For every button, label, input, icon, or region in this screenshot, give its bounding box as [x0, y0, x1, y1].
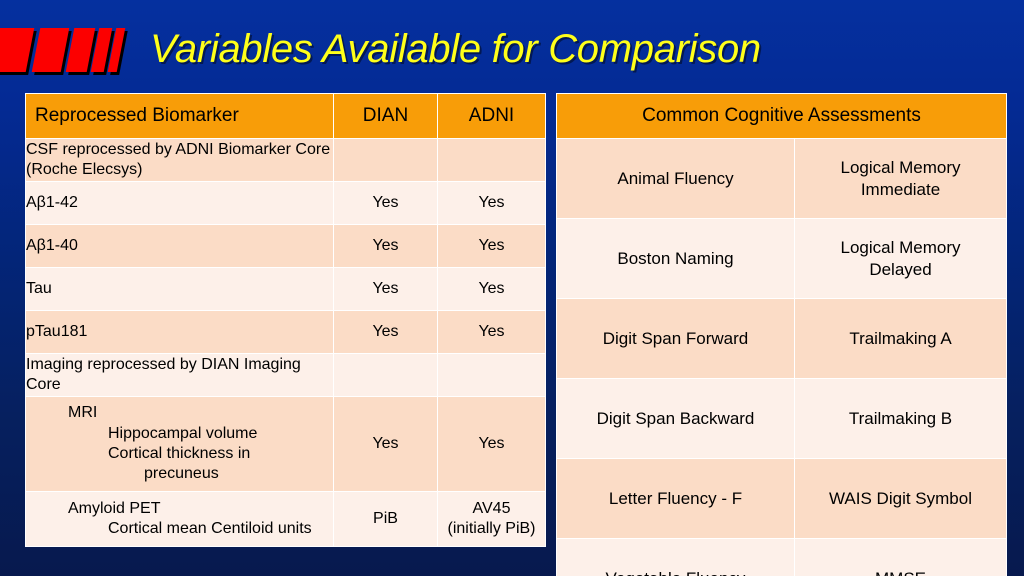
row-label: pTau181: [25, 310, 334, 354]
assessment-left: Vegetable Fluency: [556, 538, 795, 576]
assessment-left: Letter Fluency - F: [556, 458, 795, 539]
table-row: Letter Fluency - F WAIS Digit Symbol: [556, 458, 1007, 539]
table-header-row: Reprocessed Biomarker DIAN ADNI: [25, 93, 546, 139]
row-adni-value: Yes: [437, 181, 546, 225]
row-adni-line: AV45: [472, 499, 511, 517]
header-reprocessed-biomarker: Reprocessed Biomarker: [25, 93, 334, 139]
row-label-group: MRI Hippocampal volume Cortical thicknes…: [25, 396, 334, 492]
row-label-line: MRI: [68, 404, 98, 422]
row-label-line: Hippocampal volume: [108, 424, 258, 442]
table-row: Digit Span Backward Trailmaking B: [556, 378, 1007, 459]
header-common-cognitive-assessments: Common Cognitive Assessments: [556, 93, 1007, 139]
assessment-right-line: Immediate: [860, 179, 941, 199]
row-adni-line: (initially PiB): [447, 520, 536, 537]
assessment-right-line: Logical Memory: [840, 157, 961, 177]
row-adni-value: AV45 (initially PiB): [437, 491, 546, 547]
assessment-right: Trailmaking B: [794, 378, 1007, 459]
table-row: Vegetable Fluency MMSE: [556, 538, 1007, 576]
row-label-line: Amyloid PET: [68, 499, 161, 517]
assessment-right-line: Delayed: [869, 259, 932, 279]
row-label-line: precuneus: [144, 465, 219, 483]
row-label-line: Cortical thickness in: [108, 445, 251, 462]
table-header-row: Common Cognitive Assessments: [556, 93, 1007, 139]
table-row: Aβ1-42 Yes Yes: [25, 181, 546, 225]
row-adni-value: Yes: [437, 224, 546, 268]
row-label: Aβ1-42: [25, 181, 334, 225]
row-adni-value: Yes: [437, 267, 546, 311]
row-label: Imaging reprocessed by DIAN Imaging Core: [25, 353, 334, 397]
slide-canvas: Variables Available for Comparison Repro…: [0, 0, 1024, 576]
table-row: Aβ1-40 Yes Yes: [25, 224, 546, 268]
row-label-line: Cortical mean Centiloid units: [108, 520, 312, 537]
assessment-left: Animal Fluency: [556, 138, 795, 219]
slide-title: Variables Available for Comparison: [150, 27, 761, 71]
row-label: Tau: [25, 267, 334, 311]
assessment-right: Trailmaking A: [794, 298, 1007, 379]
biomarker-table: Reprocessed Biomarker DIAN ADNI CSF repr…: [25, 93, 546, 547]
table-row: Boston Naming Logical Memory Delayed: [556, 218, 1007, 299]
assessment-left: Boston Naming: [556, 218, 795, 299]
row-label: CSF reprocessed by ADNI Biomarker Core (…: [25, 138, 334, 182]
row-dian-value: Yes: [333, 310, 438, 354]
table-row: Tau Yes Yes: [25, 267, 546, 311]
row-adni-value: Yes: [437, 310, 546, 354]
row-dian-value: Yes: [333, 224, 438, 268]
assessment-right: Logical Memory Immediate: [794, 138, 1007, 219]
assessment-right: MMSE: [794, 538, 1007, 576]
table-row: Imaging reprocessed by DIAN Imaging Core: [25, 353, 546, 397]
assessment-left: Digit Span Backward: [556, 378, 795, 459]
row-dian-value: [333, 138, 438, 182]
row-adni-value: [437, 353, 546, 397]
red-bar-1: [0, 28, 35, 72]
header-adni: ADNI: [437, 93, 546, 139]
table-row: CSF reprocessed by ADNI Biomarker Core (…: [25, 138, 546, 182]
row-dian-value: [333, 353, 438, 397]
cognitive-assessments-table: Common Cognitive Assessments Animal Flue…: [556, 93, 1007, 576]
red-bars-decoration: [0, 28, 126, 74]
row-label: Aβ1-40: [25, 224, 334, 268]
row-adni-value: [437, 138, 546, 182]
assessment-right: WAIS Digit Symbol: [794, 458, 1007, 539]
row-adni-value: Yes: [437, 396, 546, 492]
row-label-group: Amyloid PET Cortical mean Centiloid unit…: [25, 491, 334, 547]
header-dian: DIAN: [333, 93, 438, 139]
row-dian-value: Yes: [333, 396, 438, 492]
table-row: Amyloid PET Cortical mean Centiloid unit…: [25, 491, 546, 547]
row-dian-value: Yes: [333, 267, 438, 311]
table-row: MRI Hippocampal volume Cortical thicknes…: [25, 396, 546, 492]
assessment-right-line: Logical Memory: [840, 237, 961, 257]
table-row: Animal Fluency Logical Memory Immediate: [556, 138, 1007, 219]
row-dian-value: Yes: [333, 181, 438, 225]
assessment-right: Logical Memory Delayed: [794, 218, 1007, 299]
red-bar-2: [31, 28, 70, 72]
table-row: pTau181 Yes Yes: [25, 310, 546, 354]
table-row: Digit Span Forward Trailmaking A: [556, 298, 1007, 379]
row-dian-value: PiB: [333, 491, 438, 547]
assessment-left: Digit Span Forward: [556, 298, 795, 379]
